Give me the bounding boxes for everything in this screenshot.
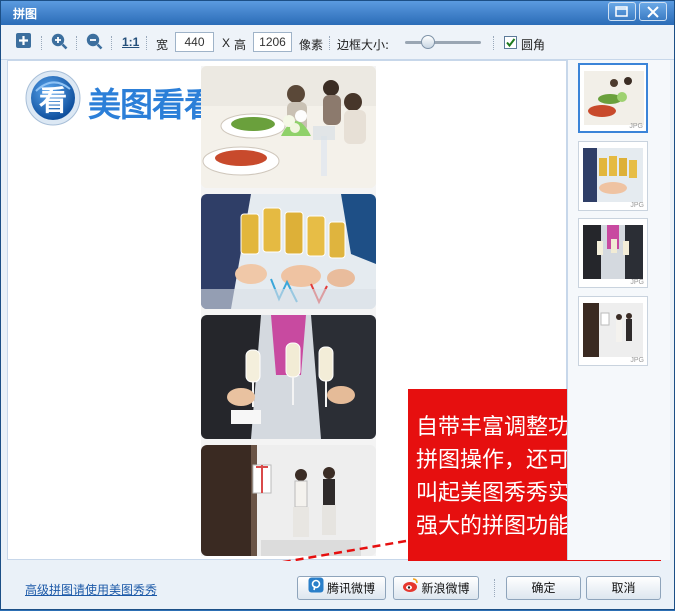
thumbnail-item[interactable]: JPG (578, 296, 648, 366)
rounded-corner-checkbox[interactable] (504, 36, 517, 49)
collage-canvas: 看 美图看看 自带丰富调整功能的 拼图操作，还可快速 叫起美图秀秀实现更 强大的… (7, 60, 661, 561)
title-bar: 拼图 (1, 1, 674, 25)
close-icon (647, 6, 659, 18)
sina-weibo-icon (402, 577, 419, 600)
tencent-weibo-label: 腾讯微博 (326, 581, 375, 596)
width-label: 宽 (156, 38, 169, 52)
toolbar-divider (41, 36, 43, 50)
border-size-label: 边框大小: (337, 38, 390, 52)
toolbar-divider (146, 36, 148, 50)
thumbnail-format: JPG (630, 202, 644, 209)
advanced-collage-link[interactable]: 高级拼图请使用美图秀秀 (25, 581, 157, 598)
zoom-in-icon (51, 33, 68, 50)
collage-strip (201, 66, 376, 556)
zoom-in-button[interactable] (50, 32, 68, 50)
thumbnail-item[interactable]: JPG (578, 63, 648, 133)
border-size-slider-track[interactable] (405, 41, 481, 44)
zoom-out-button[interactable] (85, 32, 103, 50)
thumbnail-item[interactable]: JPG (578, 141, 648, 211)
maximize-icon (615, 6, 628, 17)
add-image-button[interactable] (15, 32, 33, 50)
window-title: 拼图 (13, 7, 38, 21)
thumbnail-image (583, 225, 643, 279)
collage-photo-gift (201, 445, 376, 556)
height-label: 高 (234, 38, 247, 52)
thumbnail-panel: JPG JPG JPG JPG (567, 60, 670, 560)
thumbnail-format: JPG (629, 123, 643, 130)
logo-text: 美图看看 (88, 85, 217, 124)
zoom-out-icon (86, 33, 103, 50)
width-input[interactable]: 440 (175, 32, 214, 52)
add-icon (16, 33, 31, 48)
photo-business-image (201, 315, 376, 439)
checkmark-icon (506, 38, 516, 48)
collage-window: 拼图 1:1 宽 440 X 高 1206 像素 边框大小: 圆角 看 美图看看… (0, 0, 675, 610)
toolbar: 1:1 宽 440 X 高 1206 像素 边框大小: 圆角 (1, 25, 674, 60)
thumbnail-format: JPG (630, 279, 644, 286)
toolbar-divider (329, 36, 331, 50)
footer-bar: 高级拼图请使用美图秀秀 腾讯微博 新浪微博 确定 取消 (1, 561, 674, 609)
photo-toast-image (201, 194, 376, 309)
thumbnail-format: JPG (630, 357, 644, 364)
actual-size-button[interactable]: 1:1 (122, 35, 139, 49)
ok-button[interactable]: 确定 (506, 576, 581, 600)
toolbar-divider (493, 36, 495, 50)
tencent-weibo-icon (308, 577, 324, 600)
thumbnail-item[interactable]: JPG (578, 218, 648, 288)
thumbnail-image (583, 303, 643, 357)
toolbar-divider (111, 36, 113, 50)
collage-photo-business (201, 315, 376, 439)
photo-gift-image (201, 445, 376, 556)
logo-glyph: 看 (39, 84, 68, 117)
close-button[interactable] (639, 2, 667, 21)
collage-photo-toast (201, 194, 376, 309)
footer-divider (494, 579, 496, 597)
maximize-button[interactable] (608, 2, 636, 21)
collage-photo-dinner (201, 66, 376, 188)
share-sina-weibo-button[interactable]: 新浪微博 (393, 576, 479, 600)
thumbnail-image (583, 148, 643, 202)
photo-dinner-image (201, 66, 376, 188)
cancel-button[interactable]: 取消 (586, 576, 661, 600)
thumbnail-image (584, 71, 644, 125)
times-label: X (222, 36, 231, 50)
height-input[interactable]: 1206 (253, 32, 292, 52)
share-tencent-weibo-button[interactable]: 腾讯微博 (297, 576, 386, 600)
border-size-slider-thumb[interactable] (420, 35, 435, 49)
rounded-corner-label: 圆角 (521, 38, 546, 52)
unit-label: 像素 (299, 38, 324, 52)
toolbar-divider (76, 36, 78, 50)
sina-weibo-label: 新浪微博 (421, 581, 470, 596)
